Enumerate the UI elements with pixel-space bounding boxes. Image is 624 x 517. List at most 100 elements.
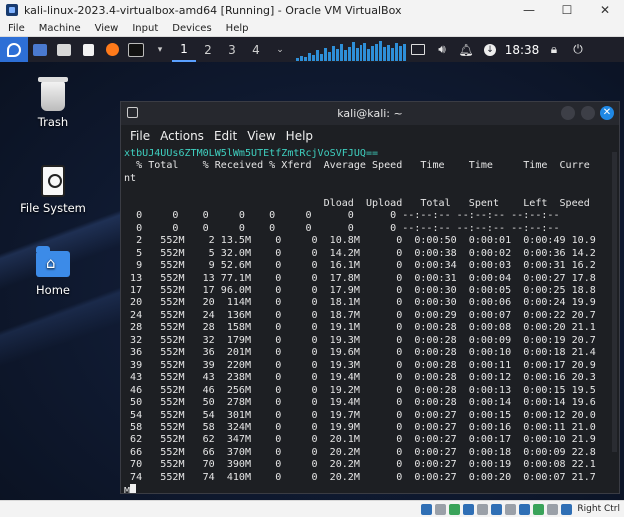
curl-progress-row: 43 552M 43 238M 0 0 19.4M 0 0:00:28 0:00… (130, 372, 596, 384)
text-editor-button[interactable] (76, 37, 100, 62)
desktop-icon-file-system[interactable]: File System (13, 165, 93, 215)
maximize-button[interactable]: ☐ (548, 3, 586, 17)
host-menubar: File Machine View Input Devices Help (0, 20, 624, 37)
cpu-graph-bar (375, 43, 379, 61)
chevron-down-icon: ▾ (157, 44, 163, 55)
curl-progress-row: 20 552M 20 114M 0 0 18.1M 0 0:00:30 0:00… (130, 297, 596, 309)
terminal-icon (128, 42, 144, 57)
document-icon (82, 43, 94, 56)
curl-progress-row: 62 552M 62 347M 0 0 20.1M 0 0:00:27 0:00… (130, 434, 596, 446)
terminal-output[interactable]: xtbUJ4UUs6ZTM0LW5lWm5UTEtfZmtRcjVoSVFJUQ… (124, 148, 610, 493)
curl-header-line: nt (124, 172, 137, 184)
panel-dropdown[interactable]: ⌄ (268, 37, 292, 62)
curl-progress-row: 0 0 0 0 0 0 0 0 --:--:-- --:--:-- --:--:… (136, 210, 560, 222)
terminal-menu-actions[interactable]: Actions (155, 129, 209, 143)
hard-disk-icon[interactable] (421, 503, 433, 515)
desktop-icon-trash[interactable]: Trash (13, 77, 93, 129)
terminal-maximize-button[interactable] (581, 106, 595, 120)
terminal-window[interactable]: kali@kali: ~ ✕ File Actions Edit View He… (120, 101, 620, 494)
terminal-window-icon (127, 107, 138, 118)
panel-clock[interactable]: 18:38 (502, 37, 542, 62)
curl-progress-row: 54 552M 54 301M 0 0 19.7M 0 0:00:27 0:00… (130, 409, 596, 421)
terminal-close-button[interactable]: ✕ (600, 106, 614, 120)
menu-help[interactable]: Help (218, 23, 255, 34)
volume-icon[interactable]: 🔊︎ (430, 37, 454, 62)
terminal-menu-file[interactable]: File (125, 129, 155, 143)
cpu-graph-bar (395, 42, 399, 61)
kali-menu-button[interactable] (0, 37, 28, 62)
terminal-menu-edit[interactable]: Edit (209, 129, 242, 143)
menu-view[interactable]: View (87, 23, 125, 34)
cpu-graph-bar (351, 41, 355, 61)
menu-file[interactable]: File (0, 23, 31, 34)
cpu-graph-bar (323, 47, 327, 61)
curl-progress-row: 32 552M 32 179M 0 0 19.3M 0 0:00:28 0:00… (130, 334, 596, 346)
close-button[interactable]: ✕ (586, 3, 624, 17)
cpu-graph-bar (391, 47, 395, 61)
terminal-titlebar[interactable]: kali@kali: ~ ✕ (121, 102, 619, 125)
menu-devices[interactable]: Devices (164, 23, 217, 34)
cpu-graph-bar (315, 49, 319, 61)
file-manager-button[interactable] (52, 37, 76, 62)
download-icon[interactable]: ↓ (478, 37, 502, 62)
cpu-graph-bar (359, 44, 363, 61)
guest-display[interactable]: ▾ 1 2 3 4 ⌄ 🔊︎ 🔔︎ ↓ 18:38 🔒︎ ⏻ Trash Fil… (0, 37, 624, 500)
display-icon[interactable] (406, 37, 430, 62)
workspace-4[interactable]: 4 (244, 37, 268, 62)
host-key-icon (561, 503, 573, 515)
curl-progress-row: 28 552M 28 158M 0 0 19.1M 0 0:00:28 0:00… (130, 322, 596, 334)
power-icon[interactable]: ⏻ (566, 37, 590, 62)
notifications-bell-icon[interactable]: 🔔︎ (454, 37, 478, 62)
usb-icon[interactable] (477, 503, 489, 515)
show-desktop-button[interactable] (28, 37, 52, 62)
desktop-icon-label: Trash (37, 115, 69, 129)
firefox-icon (105, 43, 119, 56)
command-line: xtbUJ4UUs6ZTM0LW5lWm5UTEtfZmtRcjVoSVFJUQ… (124, 148, 379, 159)
curl-progress-rows: 0 0 0 0 0 0 0 0 --:--:-- --:--:-- --:--:… (124, 210, 596, 483)
cpu-graph-bar (339, 43, 343, 61)
minimize-button[interactable]: — (510, 3, 548, 17)
cpu-graph-bar (399, 45, 403, 61)
cpu-graph-bar (367, 48, 371, 61)
cpu-status-icon[interactable] (533, 503, 545, 515)
menu-input[interactable]: Input (124, 23, 164, 34)
terminal-scrollbar[interactable] (612, 152, 617, 452)
terminal-launcher-button[interactable] (124, 37, 148, 62)
terminal-menu-view[interactable]: View (242, 129, 280, 143)
display-status-icon[interactable] (505, 503, 517, 515)
mouse-integration-icon[interactable] (547, 503, 559, 515)
firefox-button[interactable] (100, 37, 124, 62)
curl-header-line: % Total % Received % Xferd Average Speed… (124, 160, 590, 172)
terminal-minimize-button[interactable] (561, 106, 575, 120)
curl-progress-row: 50 552M 50 278M 0 0 19.4M 0 0:00:28 0:00… (130, 397, 596, 409)
menu-machine[interactable]: Machine (31, 23, 87, 34)
cpu-graph-bar (343, 49, 347, 61)
terminal-dropdown[interactable]: ▾ (148, 37, 172, 62)
curl-progress-row: 13 552M 13 77.1M 0 0 17.8M 0 0:00:31 0:0… (130, 272, 596, 284)
desktop-icon-home[interactable]: Home (13, 246, 93, 297)
cpu-graph-bar (319, 53, 323, 61)
curl-progress-row: 9 552M 9 52.6M 0 0 16.1M 0 0:00:34 0:00:… (136, 260, 596, 272)
chevron-down-icon: ⌄ (276, 44, 284, 55)
text-cursor (130, 484, 137, 493)
curl-progress-row: 39 552M 39 220M 0 0 19.3M 0 0:00:28 0:00… (130, 359, 596, 371)
cpu-graph-bar (296, 57, 299, 61)
shared-folders-icon[interactable] (491, 503, 503, 515)
curl-progress-row: 5 552M 5 32.0M 0 0 14.2M 0 0:00:38 0:00:… (136, 247, 596, 259)
folder-icon (57, 43, 71, 56)
recording-icon[interactable] (519, 503, 531, 515)
curl-progress-row: 24 552M 24 136M 0 0 18.7M 0 0:00:29 0:00… (130, 309, 596, 321)
audio-icon[interactable] (449, 503, 461, 515)
cpu-graph-bar (335, 48, 339, 61)
curl-progress-row: 2 552M 2 13.5M 0 0 10.8M 0 0:00:50 0:00:… (136, 235, 596, 247)
workspace-3[interactable]: 3 (220, 37, 244, 62)
optical-drive-icon[interactable] (435, 503, 447, 515)
lock-icon[interactable]: 🔒︎ (542, 37, 566, 62)
cpu-graph-bar (355, 47, 359, 61)
terminal-menu-help[interactable]: Help (281, 129, 318, 143)
curl-progress-row: 66 552M 66 370M 0 0 20.2M 0 0:00:27 0:00… (130, 446, 596, 458)
workspace-2[interactable]: 2 (196, 37, 220, 62)
network-icon[interactable] (463, 503, 475, 515)
cpu-graph-bar (363, 42, 367, 61)
workspace-1[interactable]: 1 (172, 37, 196, 62)
